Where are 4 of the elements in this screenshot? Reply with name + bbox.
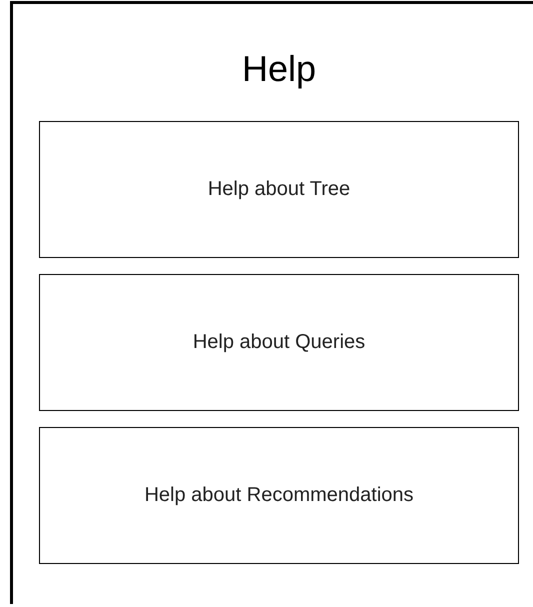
panel-title: Help [240, 48, 318, 90]
help-button[interactable]: Help about Tree [39, 121, 519, 258]
help-button[interactable]: Help about Queries [39, 274, 519, 411]
help-button[interactable]: Help about Recommendations [39, 427, 519, 564]
